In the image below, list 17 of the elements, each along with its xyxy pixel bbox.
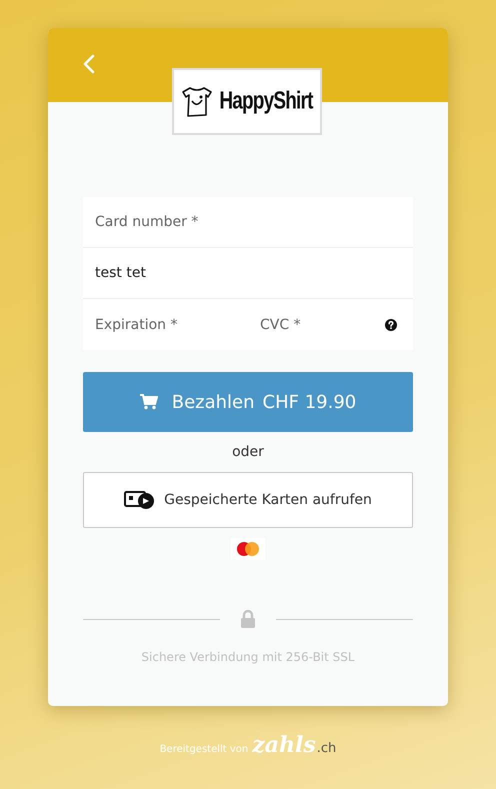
card-play-icon — [124, 490, 156, 510]
cart-icon — [140, 394, 158, 410]
brand-logo-text: zahls — [252, 732, 316, 758]
separator-text: oder — [232, 444, 264, 460]
logo-text: HappyShirt — [219, 87, 313, 116]
card-number-field[interactable]: Card number * — [83, 197, 413, 248]
domain-suffix: .ch — [316, 741, 336, 756]
cardholder-field[interactable]: test tet — [83, 248, 413, 299]
saved-cards-button[interactable]: Gespeicherte Karten aufrufen — [83, 472, 413, 528]
expiration-field[interactable]: Expiration * — [83, 299, 248, 350]
lock-icon — [240, 610, 256, 628]
shirt-icon — [181, 86, 214, 118]
cvc-field[interactable]: CVC * — [248, 299, 413, 350]
provider-caption: Bereitgestellt von — [160, 744, 248, 755]
help-icon[interactable] — [385, 319, 397, 331]
security-note: Sichere Verbindung mit 256-Bit SSL — [141, 650, 355, 664]
mastercard-icon — [231, 538, 265, 560]
